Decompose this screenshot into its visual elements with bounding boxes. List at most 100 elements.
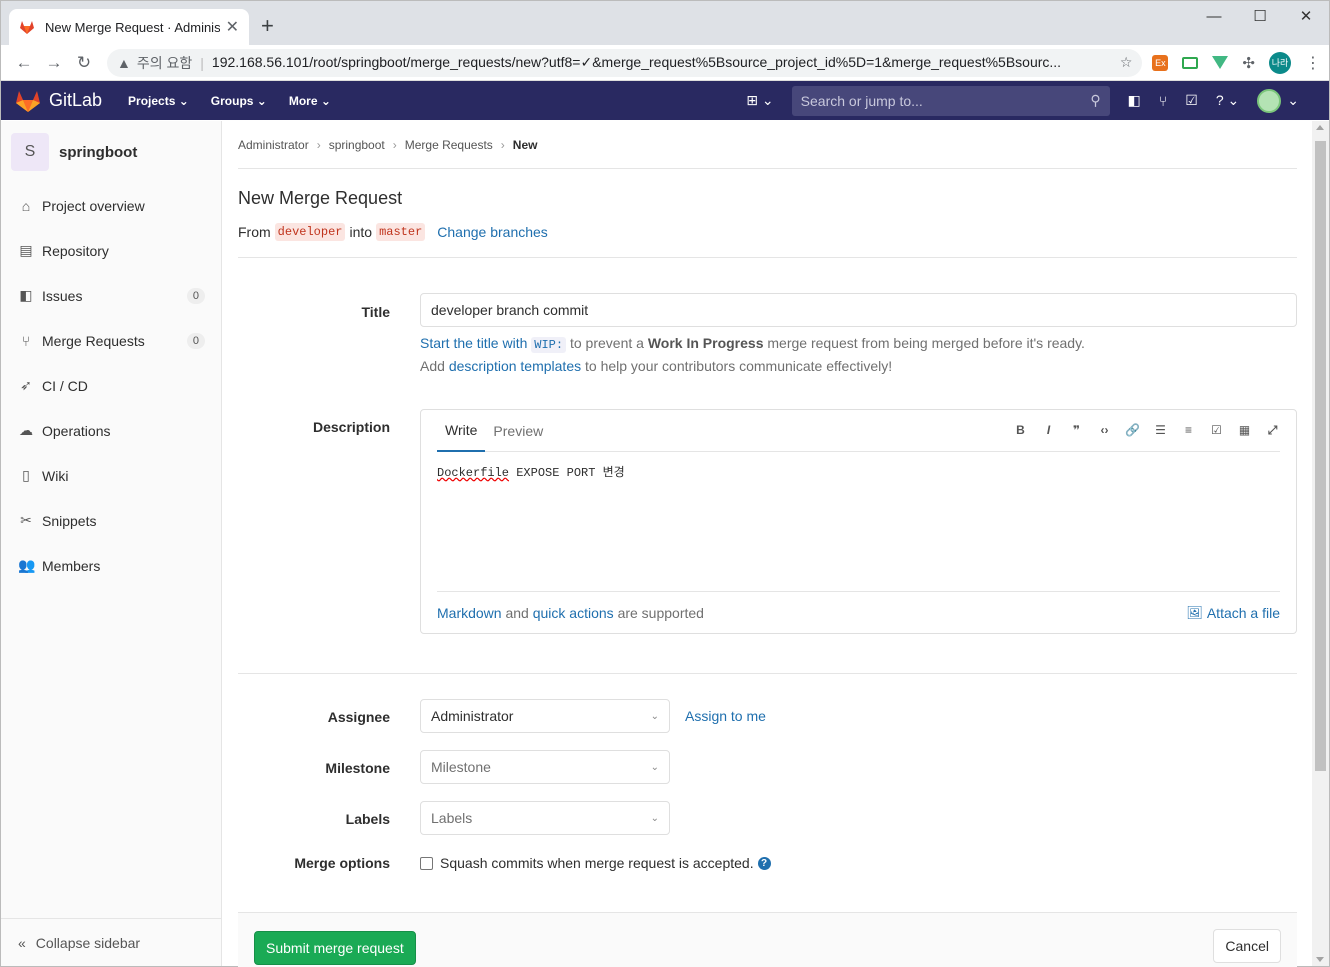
issues-nav-icon[interactable]: ◧ <box>1128 92 1141 109</box>
sidebar-item-ci-cd[interactable]: ➶ CI / CD <box>1 363 221 408</box>
table-icon[interactable]: ▦ <box>1237 423 1252 438</box>
url-text: 192.168.56.101/root/springboot/merge_req… <box>211 54 1062 70</box>
wip-code[interactable]: WIP: <box>531 337 567 353</box>
help-icon[interactable]: ? ⌄ <box>1216 92 1239 109</box>
sidebar-item-label: Wiki <box>42 467 69 484</box>
template-hint-start: Add <box>420 358 445 374</box>
sidebar-item-snippets[interactable]: ✂ Snippets <box>1 498 221 543</box>
close-tab-icon[interactable]: ✕ <box>226 17 239 37</box>
new-item-icon[interactable]: ⊞ ⌄ <box>746 92 773 109</box>
bold-icon[interactable]: B <box>1013 423 1028 438</box>
attach-file-button[interactable]: 🖼 Attach a file <box>1186 605 1280 621</box>
cancel-button[interactable]: Cancel <box>1213 929 1281 963</box>
task-list-icon[interactable]: ☑ <box>1209 423 1224 438</box>
squash-label[interactable]: Squash commits when merge request is acc… <box>440 855 754 871</box>
bookmark-star-icon[interactable]: ☆ <box>1120 54 1133 71</box>
reload-icon[interactable]: ↻ <box>69 53 99 73</box>
assignee-select[interactable]: Administrator ⌄ <box>420 699 670 733</box>
forward-icon[interactable]: → <box>39 53 69 73</box>
sidebar-item-project-overview[interactable]: ⌂ Project overview <box>1 183 221 228</box>
bullet-list-icon[interactable]: ☰ <box>1153 423 1168 438</box>
quote-icon[interactable]: ❞ <box>1069 423 1084 438</box>
puzzle-icon[interactable]: ✣ <box>1242 54 1255 72</box>
close-window-icon[interactable]: ✕ <box>1283 1 1329 31</box>
scrollbar-thumb[interactable] <box>1315 141 1326 771</box>
search-icon: ⚲ <box>1090 92 1101 108</box>
description-field-group: Write Preview B I ❞ ‹› 🔗 ☰ ≡ ☑ ▦ ⤢ Docke… <box>420 409 1297 634</box>
target-branch: master <box>376 223 426 241</box>
sidebar-item-members[interactable]: 👥 Members <box>1 543 221 588</box>
assign-to-me-link[interactable]: Assign to me <box>685 708 766 724</box>
users-icon: 👥 <box>18 557 36 573</box>
tab-preview[interactable]: Preview <box>485 410 551 452</box>
fullscreen-icon[interactable]: ⤢ <box>1265 423 1280 438</box>
page-scrollbar[interactable] <box>1312 121 1329 966</box>
italic-icon[interactable]: I <box>1041 423 1056 438</box>
todos-nav-icon[interactable]: ☑ <box>1185 92 1198 109</box>
markdown-link[interactable]: Markdown <box>437 605 502 621</box>
sidebar-item-operations[interactable]: ☁ Operations <box>1 408 221 453</box>
home-icon: ⌂ <box>21 197 31 214</box>
breadcrumb-springboot[interactable]: springboot <box>329 138 385 152</box>
minimize-icon[interactable]: — <box>1191 1 1237 31</box>
change-branches-link[interactable]: Change branches <box>437 224 548 240</box>
kebab-menu-icon[interactable]: ⋮ <box>1305 53 1321 73</box>
merge-requests-nav-icon[interactable]: ⑂ <box>1159 93 1167 109</box>
wip-hint-link[interactable]: Start the title with <box>420 335 527 351</box>
nav-projects[interactable]: Projects ⌄ <box>128 94 189 108</box>
title-input[interactable]: developer branch commit <box>420 293 1297 327</box>
numbered-list-icon[interactable]: ≡ <box>1181 423 1196 438</box>
question-icon[interactable]: ? <box>757 856 771 870</box>
markdown-editor: Write Preview B I ❞ ‹› 🔗 ☰ ≡ ☑ ▦ ⤢ Docke… <box>420 409 1297 634</box>
gitlab-nav-right: ⊞ ⌄ Search or jump to... ⚲ ◧ ⑂ ☑ ? ⌄ ⌄ <box>746 81 1299 120</box>
collapse-sidebar-label: Collapse sidebar <box>35 934 141 951</box>
warning-icon[interactable]: ▲ <box>117 55 131 71</box>
description-textarea[interactable]: Dockerfile EXPOSE PORT 변경 <box>437 463 625 480</box>
project-sidebar: S springboot ⌂ Project overview ▤ Reposito… <box>1 121 222 966</box>
markdown-footer: Markdown and quick actions are supported… <box>437 591 1280 633</box>
vue-devtools-icon[interactable] <box>1212 56 1229 69</box>
milestone-select[interactable]: Milestone ⌄ <box>420 750 670 784</box>
nav-more-label: More <box>288 93 318 108</box>
breadcrumb-current[interactable]: New <box>513 138 538 152</box>
sidebar-item-repository[interactable]: ▤ Repository <box>1 228 221 273</box>
collapse-sidebar-button[interactable]: « Collapse sidebar <box>1 918 221 966</box>
submit-merge-request-button[interactable]: Submit merge request <box>254 931 416 965</box>
maximize-icon[interactable]: ☐ <box>1237 1 1283 31</box>
squash-checkbox[interactable] <box>420 856 433 870</box>
sidebar-project[interactable]: S springboot <box>1 121 221 183</box>
user-menu[interactable]: ⌄ <box>1257 88 1299 113</box>
breadcrumb-merge-requests[interactable]: Merge Requests <box>405 138 493 152</box>
url-separator: | <box>200 54 204 71</box>
profile-avatar[interactable]: 나라 <box>1269 51 1291 74</box>
sidebar-item-issues[interactable]: ◧ Issues 0 <box>1 273 221 318</box>
browser-tab[interactable]: New Merge Request · Administr ✕ <box>9 9 249 45</box>
code-icon[interactable]: ‹› <box>1097 423 1112 438</box>
nav-more[interactable]: More ⌄ <box>289 94 331 108</box>
security-warning[interactable]: 주의 요함 <box>137 53 192 73</box>
gitlab-logo[interactable]: GitLab <box>15 89 102 113</box>
project-avatar: S <box>11 133 49 171</box>
wip-hint-end: merge request from being merged before i… <box>767 335 1085 351</box>
extension-green-icon[interactable] <box>1182 56 1199 69</box>
new-tab-icon[interactable]: + <box>261 13 274 39</box>
breadcrumb-administrator[interactable]: Administrator <box>238 138 309 152</box>
branch-info: From developer into master Change branch… <box>238 223 1297 241</box>
nav-groups[interactable]: Groups ⌄ <box>211 94 267 108</box>
back-icon[interactable]: ← <box>9 53 39 73</box>
assignee-label: Assignee <box>327 709 390 725</box>
quick-actions-link[interactable]: quick actions <box>533 605 614 621</box>
sidebar-item-wiki[interactable]: ▯ Wiki <box>1 453 221 498</box>
scroll-up-icon[interactable] <box>1316 125 1324 130</box>
attach-file-label: Attach a file <box>1206 604 1280 621</box>
link-icon[interactable]: 🔗 <box>1125 423 1140 438</box>
scroll-down-icon[interactable] <box>1316 957 1324 962</box>
search-input[interactable]: Search or jump to... ⚲ <box>791 85 1110 116</box>
url-input[interactable]: ▲ 주의 요함 | 192.168.56.101/root/springboot… <box>107 48 1143 77</box>
milestone-field-group: Milestone ⌄ <box>420 750 670 784</box>
tab-write[interactable]: Write <box>437 410 486 452</box>
extension-orange-icon[interactable]: Ex <box>1152 54 1169 71</box>
labels-select[interactable]: Labels ⌄ <box>420 801 670 835</box>
description-templates-link[interactable]: description templates <box>449 358 581 374</box>
sidebar-item-merge-requests[interactable]: ⑂ Merge Requests 0 <box>1 318 221 363</box>
